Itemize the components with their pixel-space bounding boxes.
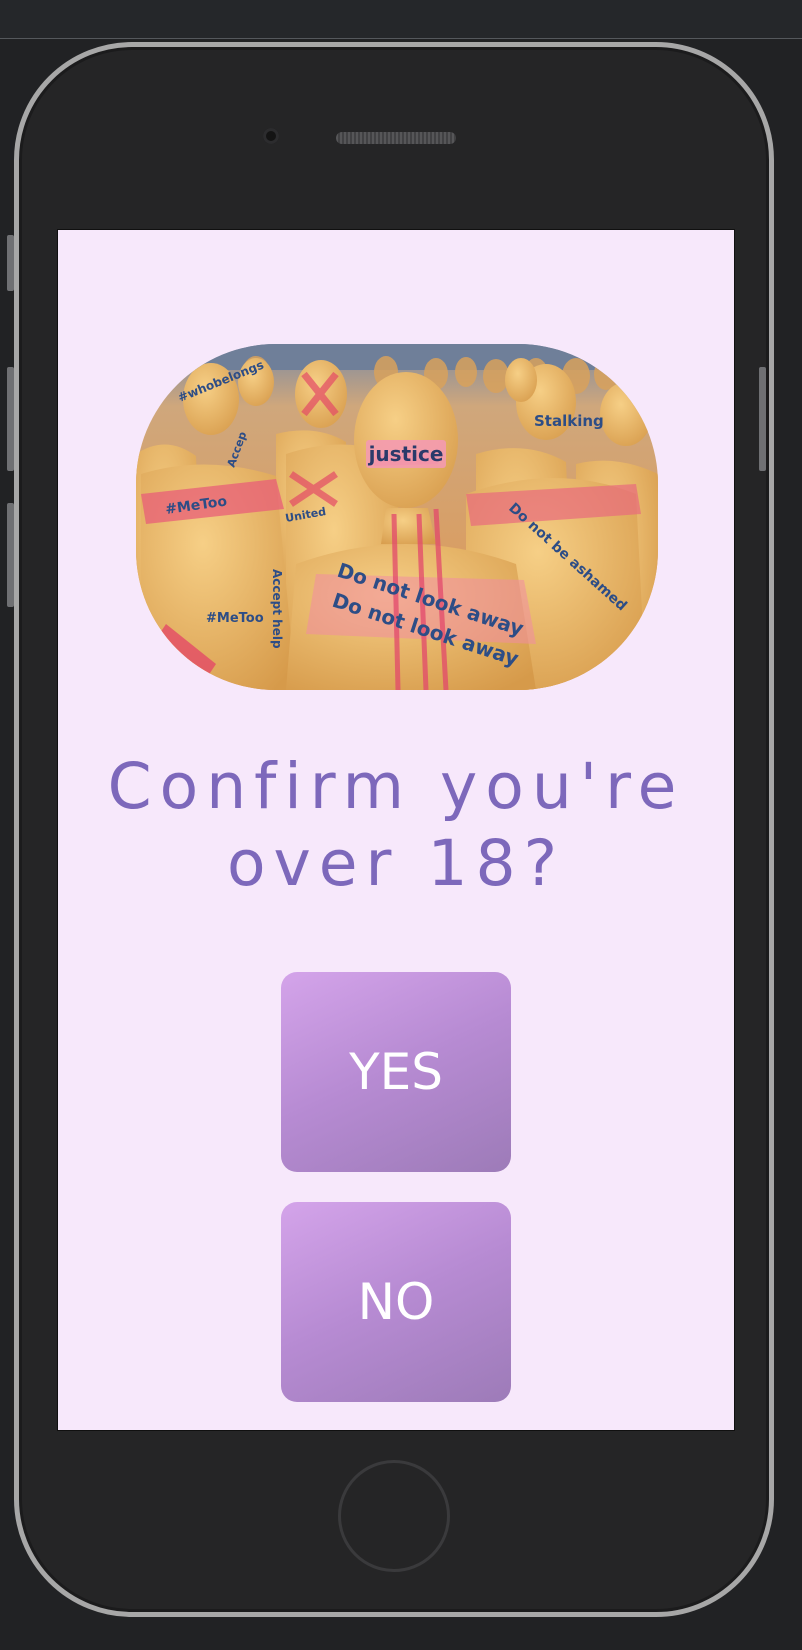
mannequin-protest-photo: justice Do not look away Do not look awa…: [136, 344, 658, 690]
home-button[interactable]: [338, 1460, 450, 1572]
no-button[interactable]: NO: [281, 1202, 511, 1402]
browser-toolbar: [0, 0, 802, 39]
volume-up-button: [7, 367, 14, 471]
hero-image: justice Do not look away Do not look awa…: [136, 344, 658, 690]
mute-switch: [7, 235, 14, 291]
power-button: [759, 367, 766, 471]
age-gate-screen: justice Do not look away Do not look awa…: [57, 229, 735, 1431]
metoo-label-lower: #MeToo: [206, 611, 264, 626]
question-line-2: over 18?: [226, 827, 566, 900]
yes-button[interactable]: YES: [281, 972, 511, 1172]
speaker-icon: [336, 132, 456, 144]
accept-help-label: Accept help: [270, 569, 284, 649]
age-confirmation-question: Confirm you're over 18?: [58, 748, 734, 902]
camera-icon: [263, 128, 279, 144]
stalking-label: Stalking: [534, 412, 604, 430]
volume-down-button: [7, 503, 14, 607]
question-line-1: Confirm you're: [107, 750, 685, 823]
justice-label: justice: [368, 442, 444, 466]
